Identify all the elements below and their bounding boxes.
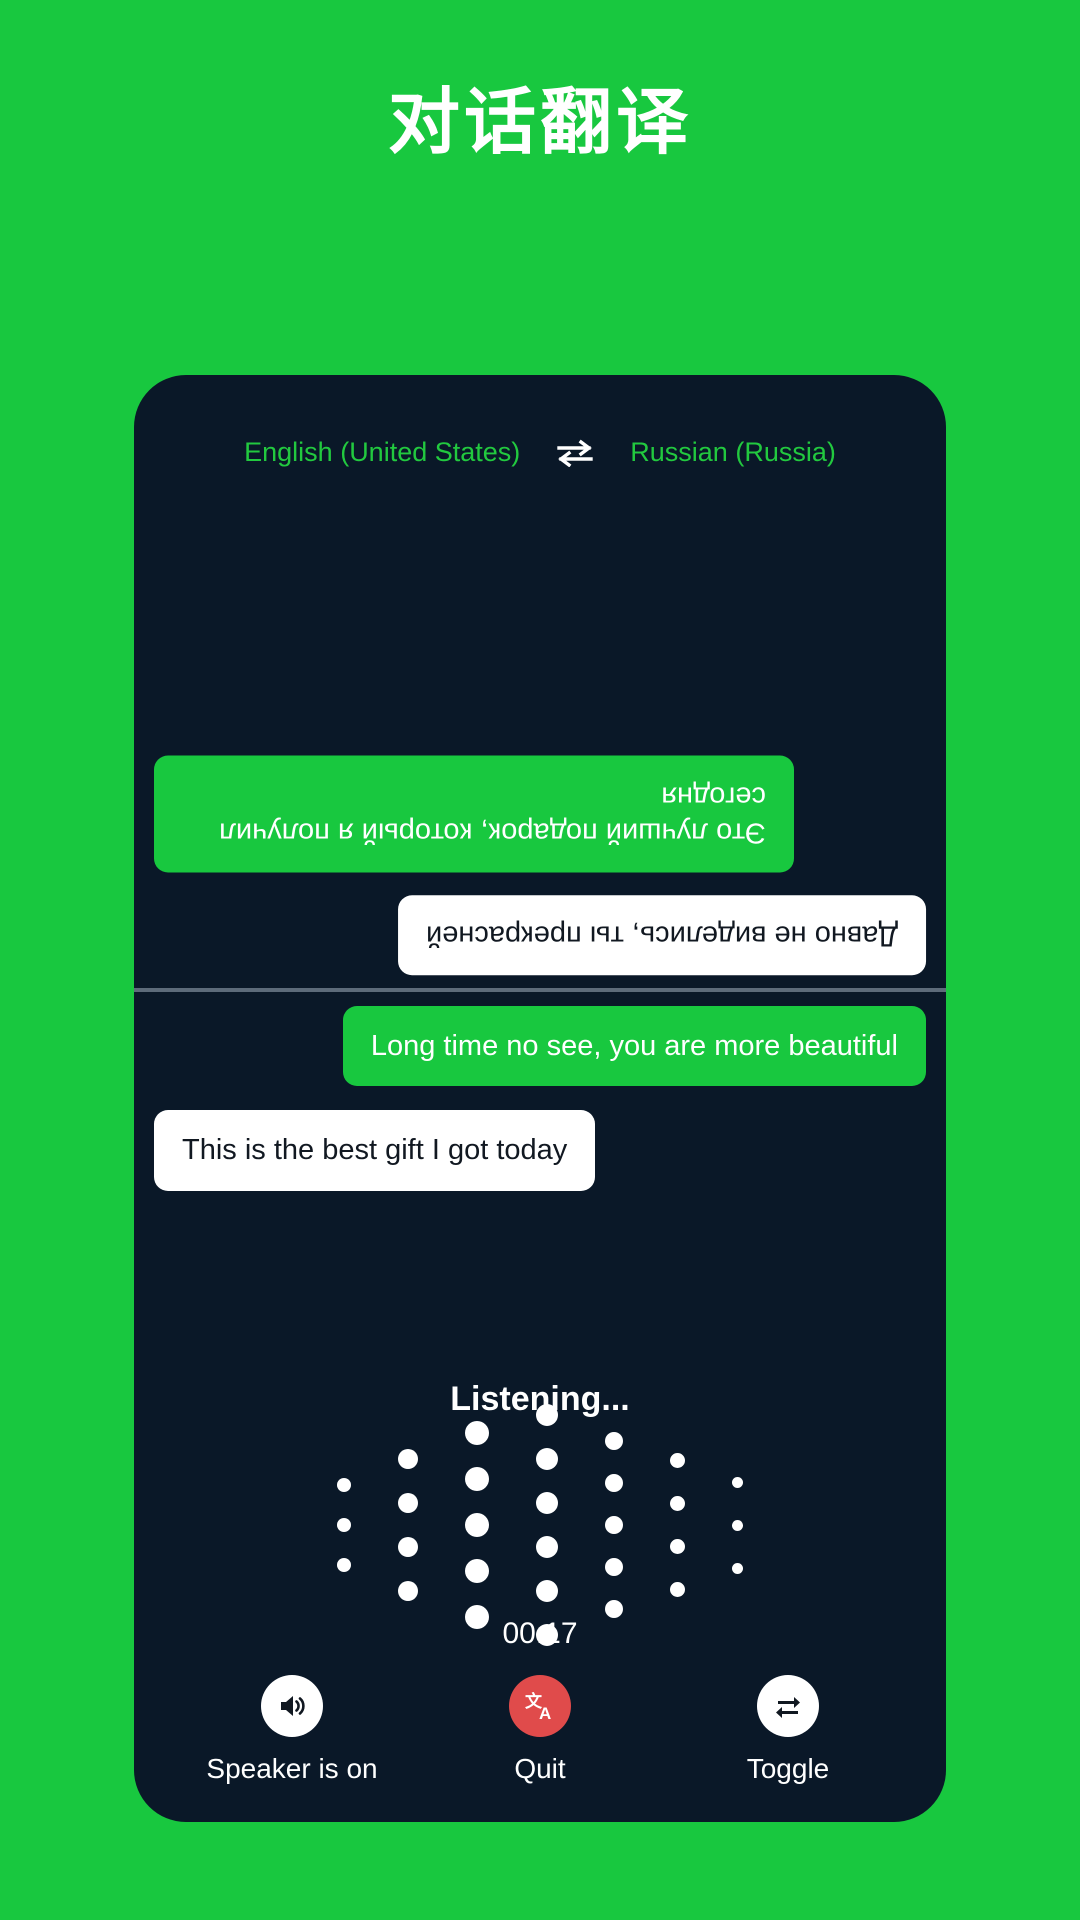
waveform-dot	[605, 1432, 623, 1450]
waveform-dot	[398, 1581, 418, 1601]
waveform-visualizer	[134, 1404, 946, 1646]
waveform-dot	[337, 1478, 351, 1492]
waveform-dot	[732, 1519, 743, 1531]
page-title: 对话翻译	[387, 83, 692, 163]
message-list-top: Это лучший подарок, который я получил се…	[134, 756, 946, 989]
waveform-column	[536, 1404, 558, 1646]
waveform-dot	[465, 1421, 489, 1445]
message-bubble[interactable]: This is the best gift I got today	[154, 1110, 596, 1191]
waveform-dot	[605, 1516, 623, 1534]
toggle-button-label: Toggle	[746, 1753, 830, 1784]
message-row: This is the best gift I got today	[154, 1110, 926, 1191]
waveform-column	[732, 1476, 743, 1574]
waveform-dot	[536, 1536, 558, 1558]
waveform-dot	[605, 1558, 623, 1576]
message-row: Long time no see, you are more beautiful	[154, 1006, 926, 1087]
waveform-dot	[337, 1518, 351, 1532]
waveform-column	[398, 1449, 418, 1601]
conversation-pane-top: Это лучший подарок, который я получил се…	[134, 495, 946, 989]
control-bar: Speaker is on 文 A Quit Toggle	[134, 1675, 946, 1785]
quit-button[interactable]: 文 A Quit	[420, 1675, 660, 1785]
translate-icon: 文 A	[509, 1675, 571, 1737]
waveform-dot	[398, 1537, 418, 1557]
waveform-dot	[670, 1453, 685, 1468]
message-bubble[interactable]: Это лучший подарок, который я получил се…	[154, 756, 794, 873]
speaker-button[interactable]: Speaker is on	[172, 1675, 412, 1785]
waveform-dot	[670, 1582, 685, 1597]
waveform-dot	[605, 1474, 623, 1492]
waveform-dot	[536, 1404, 558, 1426]
toggle-button[interactable]: Toggle	[668, 1675, 908, 1785]
waveform-dot	[465, 1467, 489, 1491]
quit-button-label: Quit	[514, 1753, 566, 1784]
waveform-dot	[605, 1600, 623, 1618]
source-language-selector[interactable]: English (United States)	[244, 437, 520, 468]
waveform-dot	[732, 1562, 743, 1574]
waveform-column	[670, 1453, 685, 1597]
message-bubble[interactable]: Давно не виделись, ты прекрасней	[397, 894, 926, 975]
svg-text:A: A	[539, 1704, 551, 1723]
target-language-selector[interactable]: Russian (Russia)	[630, 437, 836, 468]
recording-timer: 00:17	[502, 1617, 578, 1650]
message-row: Давно не виделись, ты прекрасней	[154, 894, 926, 975]
message-row: Это лучший подарок, который я получил се…	[154, 756, 926, 873]
waveform-dot	[398, 1449, 418, 1469]
swap-horizontal-icon[interactable]	[554, 438, 596, 468]
translation-card: English (United States) Russian (Russia)…	[134, 375, 946, 1822]
waveform-dot	[536, 1448, 558, 1470]
waveform-dot	[732, 1476, 743, 1488]
waveform-dot	[337, 1558, 351, 1572]
speaker-button-label: Speaker is on	[206, 1753, 378, 1784]
speaker-on-icon	[261, 1675, 323, 1737]
waveform-dot	[536, 1580, 558, 1602]
message-list-bottom: Long time no see, you are more beautiful…	[134, 1006, 946, 1191]
waveform-column	[605, 1432, 623, 1618]
toggle-swap-icon	[757, 1675, 819, 1737]
waveform-dot	[465, 1559, 489, 1583]
waveform-dot	[398, 1493, 418, 1513]
waveform-column	[337, 1478, 351, 1572]
conversation-pane-bottom: Long time no see, you are more beautiful…	[134, 992, 946, 1322]
waveform-dot	[670, 1496, 685, 1511]
waveform-dot	[536, 1492, 558, 1514]
language-bar: English (United States) Russian (Russia)	[134, 437, 946, 468]
waveform-dot	[465, 1513, 489, 1537]
message-bubble[interactable]: Long time no see, you are more beautiful	[342, 1006, 926, 1087]
waveform-dot	[670, 1539, 685, 1554]
waveform-column	[465, 1421, 489, 1629]
